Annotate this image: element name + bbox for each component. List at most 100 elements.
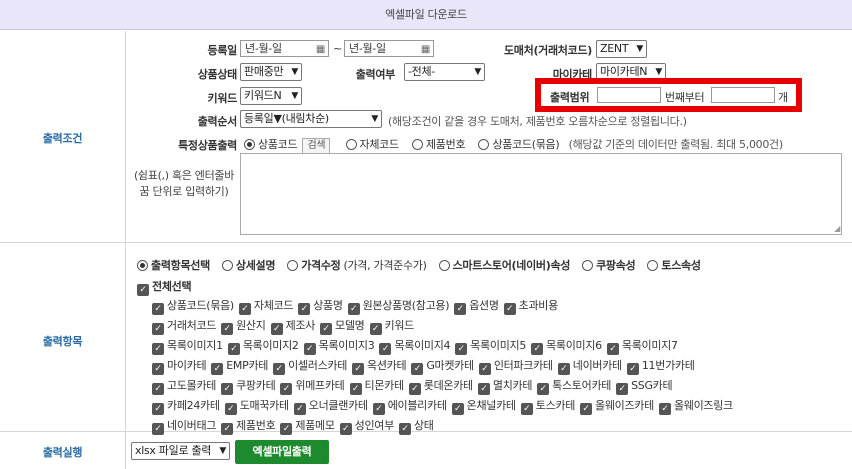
item-checkbox[interactable]: ✓ 멸치카테 xyxy=(477,377,533,395)
item-checkbox[interactable]: ✓ 원산지 xyxy=(221,317,266,335)
item-mode-radio[interactable]: 쿠팡속성 xyxy=(582,259,636,272)
format-select[interactable]: xlsx 파일로 출력 ▼ xyxy=(131,442,230,460)
radio-own-code[interactable]: 자체코드 xyxy=(345,138,399,151)
resize-grip-icon[interactable]: ◢ xyxy=(834,224,840,233)
item-checkbox[interactable]: ✓ 티몬카테 xyxy=(349,377,405,395)
item-checkbox[interactable]: ✓ 인터파크카테 xyxy=(478,357,553,375)
print-select[interactable]: -전체- ▼ xyxy=(404,63,485,81)
checkbox-label: 티몬카테 xyxy=(364,379,405,392)
special-options: 상품코드 검색 자체코드 제품번호 상품코드(묶음) (해당값 기준의 데이터만… xyxy=(244,136,783,154)
item-checkbox[interactable]: ✓ 오너클랜카테 xyxy=(293,397,368,415)
checkbox-icon: ✓ xyxy=(347,303,360,315)
checkbox-icon: ✓ xyxy=(152,403,164,415)
search-button[interactable]: 검색 xyxy=(302,138,331,154)
item-checkbox[interactable]: ✓ 상품명 xyxy=(298,297,343,315)
radio-product-number[interactable]: 제품번호 xyxy=(411,138,466,151)
item-checkbox[interactable]: ✓ 자체코드 xyxy=(238,297,293,315)
wholesaler-label: 도매처(거래처코드) xyxy=(503,44,592,57)
radio-icon xyxy=(244,139,255,150)
item-checkbox[interactable]: ✓ 키워드 xyxy=(369,317,414,335)
item-mode-radio[interactable]: 가격수정 (가격, 가격준수가) xyxy=(287,259,427,272)
checkbox-icon: ✓ xyxy=(478,363,491,375)
item-checkbox[interactable]: ✓ 목록이미지2 xyxy=(227,337,299,355)
item-mode-note: (가격, 가격준수가) xyxy=(343,259,427,272)
wholesaler-select[interactable]: ZENT ▼ xyxy=(596,40,647,58)
item-checkbox[interactable]: ✓ 네이버태그 xyxy=(152,417,216,435)
item-checkbox[interactable]: ✓ EMP카테 xyxy=(211,357,268,375)
order-select[interactable]: 등록일▼(내림차순) ▼ xyxy=(240,110,382,128)
item-checkbox[interactable]: ✓ 제품메모 xyxy=(280,417,335,435)
textarea-hint: (쉼표(,) 혹은 엔터줄바 꿈 단위로 입력하기) xyxy=(133,168,235,200)
item-checkbox[interactable]: ✓ 상품코드(묶음) xyxy=(152,297,234,315)
item-checkbox[interactable]: ✓ G마켓카테 xyxy=(411,357,474,375)
item-mode-radio[interactable]: 스마트스토어(네이버)속성 xyxy=(438,259,570,272)
item-checkbox[interactable]: ✓ 성인여부 xyxy=(339,417,395,435)
checkbox-icon: ✓ xyxy=(451,403,464,415)
item-checkbox[interactable]: ✓ 롯데온카테 xyxy=(408,377,473,395)
item-checkbox[interactable]: ✓ 모델명 xyxy=(320,317,365,335)
status-select[interactable]: 판매중만 ▼ xyxy=(240,63,302,81)
item-checkbox[interactable]: ✓ 제조사 xyxy=(270,317,315,335)
item-checkbox[interactable]: ✓ 톡스토어카테 xyxy=(537,377,611,395)
item-checkbox[interactable]: ✓ 도매꾹카테 xyxy=(224,397,289,415)
checkbox-label: 성인여부 xyxy=(354,419,395,432)
item-checkbox[interactable]: ✓ 목록이미지7 xyxy=(606,337,678,355)
item-checkbox[interactable]: ✓ 카페24카테 xyxy=(152,397,220,415)
calendar-icon[interactable]: ▦ xyxy=(421,42,430,56)
item-checkbox[interactable]: ✓ 이셀러스카테 xyxy=(273,357,347,375)
checkbox-icon: ✓ xyxy=(270,323,283,335)
item-checkbox[interactable]: ✓ 온채널카테 xyxy=(451,397,516,415)
item-mode-group: 출력항목선택 상세설명 가격수정 (가격, 가격준수가) 스마트스토어(네이버)속성 쿠팡… xyxy=(137,257,701,273)
item-mode-radio[interactable]: 상세설명 xyxy=(221,259,276,272)
checkbox-icon: ✓ xyxy=(537,383,550,395)
item-checkbox[interactable]: ✓ 목록이미지4 xyxy=(379,337,451,355)
checkbox-icon: ✓ xyxy=(379,343,392,355)
item-checkbox[interactable]: ✓ 위메프카테 xyxy=(280,377,345,395)
checkbox-label: 톡스토어카테 xyxy=(552,379,612,392)
product-codes-textarea[interactable]: ◢ xyxy=(240,153,842,235)
item-checkbox[interactable]: ✓ 목록이미지5 xyxy=(455,337,526,355)
radio-product-code-bundle[interactable]: 상품코드(묶음) xyxy=(478,138,560,151)
item-checkbox[interactable]: ✓ 마이카테 xyxy=(152,357,207,375)
keyword-select[interactable]: 키워드N ▼ xyxy=(240,87,302,105)
calendar-icon[interactable]: ▦ xyxy=(316,42,325,56)
item-checkbox[interactable]: ✓ 목록이미지1 xyxy=(152,337,223,355)
item-mode-radio[interactable]: 토스속성 xyxy=(647,259,701,272)
item-checkbox[interactable]: ✓ 쿠팡카테 xyxy=(221,377,276,395)
checkbox-label: 멸치카테 xyxy=(492,379,533,392)
item-checkbox[interactable]: ✓ 올웨이즈카테 xyxy=(580,397,654,415)
item-mode-radio[interactable]: 출력항목선택 xyxy=(137,259,210,272)
item-checkbox[interactable]: ✓ 상태 xyxy=(398,417,434,435)
item-checkbox[interactable]: ✓ 올웨이즈링크 xyxy=(658,397,733,415)
item-checkbox[interactable]: ✓ 옵션명 xyxy=(454,297,499,315)
range-start-input[interactable] xyxy=(597,87,661,103)
range-from-suffix: 번째부터 xyxy=(665,91,705,104)
item-checkbox[interactable]: ✓ 토스카테 xyxy=(520,397,575,415)
item-checkbox[interactable]: ✓ 고도몰카테 xyxy=(152,377,216,395)
date-to-input[interactable]: 년-월-일 ▦ xyxy=(344,40,434,57)
print-value: -전체- xyxy=(408,65,435,78)
item-checkbox[interactable]: ✓ 11번가카테 xyxy=(626,357,695,375)
keyword-label: 키워드 xyxy=(207,92,238,105)
checkbox-label: EMP카테 xyxy=(226,359,269,372)
item-checkbox[interactable]: ✓ 옥션카테 xyxy=(352,357,407,375)
item-checkbox[interactable]: ✓ 제품번호 xyxy=(221,417,276,435)
item-checkbox[interactable]: ✓ 거래처코드 xyxy=(152,317,216,335)
date-from-input[interactable]: 년-월-일 ▦ xyxy=(240,40,329,57)
radio-icon xyxy=(647,260,659,271)
select-all-checkbox[interactable]: ✓ 전체선택 xyxy=(137,278,192,296)
item-checkbox[interactable]: ✓ SSG카테 xyxy=(616,377,673,395)
item-checkbox[interactable]: ✓ 원본상품명(참고용) xyxy=(347,297,450,315)
item-checkbox[interactable]: ✓ 네이버카테 xyxy=(557,357,622,375)
item-checkbox[interactable]: ✓ 초과비용 xyxy=(503,297,558,315)
section-divider xyxy=(0,242,852,243)
range-count-input[interactable] xyxy=(711,87,775,103)
radio-product-code[interactable]: 상품코드 xyxy=(244,138,298,151)
item-checkbox[interactable]: ✓ 에이블리카테 xyxy=(372,397,447,415)
item-checkbox[interactable]: ✓ 목록이미지6 xyxy=(531,337,602,355)
checkbox-icon: ✓ xyxy=(580,403,593,415)
radio-label: 상품코드(묶음) xyxy=(492,138,560,151)
excel-export-button[interactable]: 엑셀파일출력 xyxy=(235,440,329,464)
item-checkbox[interactable]: ✓ 목록이미지3 xyxy=(303,337,375,355)
checkbox-icon: ✓ xyxy=(557,363,570,375)
